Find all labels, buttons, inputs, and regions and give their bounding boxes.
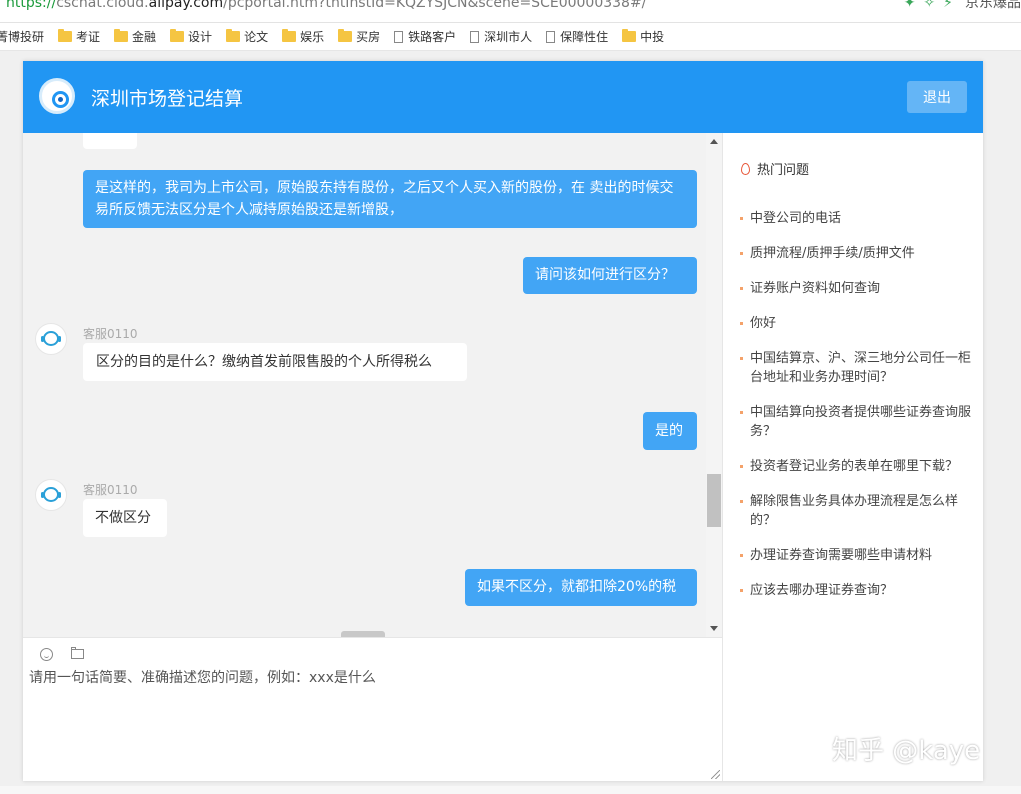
hot-question-item[interactable]: 质押流程/质押手续/质押文件: [738, 244, 978, 263]
bookmarks-bar: 菁博投研 考证 金融 设计 论文 娱乐 买房 铁路客户 深圳市人 保障性住 中投: [0, 23, 1021, 51]
bottom-strip: [0, 786, 1021, 794]
folder-icon: [338, 29, 353, 42]
watermark: 知乎 @kaye: [832, 736, 981, 766]
hot-question-item[interactable]: 中国结算京、沪、深三地分公司任一柜台地址和业务办理时间？: [738, 349, 978, 387]
message-list[interactable]: 是这样的，我司为上市公司，原始股东持有股份，之后又个人买入新的股份，在 卖出的时…: [23, 133, 706, 637]
emoji-icon[interactable]: [40, 647, 53, 661]
message-bubble-partial: [83, 133, 137, 149]
chat-header: 深圳市场登记结算 退出: [23, 61, 983, 133]
folder-icon: [170, 29, 185, 42]
page-title: 深圳市场登记结算: [91, 88, 244, 110]
file-upload-icon[interactable]: [71, 647, 84, 659]
divider: [23, 637, 722, 638]
hot-question-item[interactable]: 解除限售业务具体办理流程是怎么样的？: [738, 492, 978, 530]
message-me: 如果不区分，就都扣除20%的税: [465, 569, 697, 606]
bookmark-2[interactable]: 金融: [114, 28, 156, 45]
agent-avatar: [35, 323, 67, 355]
hot-question-item[interactable]: 你好: [738, 314, 978, 333]
page-icon: [394, 30, 404, 43]
toolbar-link[interactable]: 京东爆品: [965, 0, 1021, 10]
hot-question-item[interactable]: 证券账户资料如何查询: [738, 279, 978, 298]
folder-icon: [114, 29, 129, 42]
headset-icon: [41, 331, 61, 346]
bookmark-1[interactable]: 考证: [58, 28, 100, 45]
input-toolbar: [40, 646, 84, 662]
message-agent: 区分的目的是什么？缴纳首发前限售股的个人所得税么: [83, 343, 467, 381]
folder-icon: [622, 29, 637, 42]
hot-questions-panel: 热门问题 中登公司的电话 质押流程/质押手续/质押文件 证券账户资料如何查询 你…: [723, 133, 983, 781]
url-text: https://cschat.cloud.alipay.com/pcportal…: [6, 0, 647, 11]
message-me: 请问该如何进行区分？: [523, 257, 697, 294]
hot-question-item[interactable]: 办理证券查询需要哪些申请材料: [738, 546, 978, 565]
agent-name: 客服0110: [83, 483, 138, 497]
headset-icon: [41, 487, 61, 502]
bookmark-4[interactable]: 论文: [226, 28, 268, 45]
scroll-down-icon[interactable]: [710, 626, 718, 631]
logout-button[interactable]: 退出: [907, 81, 967, 113]
chat-window: 深圳市场登记结算 退出 是这样的，我司为上市公司，原始股东持有股份，之后又个人买…: [23, 61, 983, 781]
message-scrollbar[interactable]: [706, 133, 722, 637]
message-input[interactable]: [27, 665, 721, 779]
scroll-thumb[interactable]: [707, 474, 721, 527]
hot-question-item[interactable]: 应该去哪办理证券查询？: [738, 581, 978, 600]
hot-question-item[interactable]: 投资者登记业务的表单在哪里下载？: [738, 457, 978, 476]
toolbar-icons[interactable]: ✦✧⚡: [904, 0, 961, 10]
bookmark-10[interactable]: 中投: [622, 28, 664, 45]
agent-avatar: [35, 479, 67, 511]
hot-questions-title: 热门问题: [741, 159, 809, 178]
resize-handle[interactable]: [711, 770, 720, 779]
bookmark-8[interactable]: 深圳市人: [470, 28, 532, 45]
folder-icon: [58, 29, 73, 42]
address-bar[interactable]: https://cschat.cloud.alipay.com/pcportal…: [0, 0, 1021, 23]
fire-icon: [741, 162, 750, 175]
folder-icon: [282, 29, 297, 42]
page-icon: [546, 30, 556, 43]
logo-icon: [39, 78, 75, 114]
bookmark-6[interactable]: 买房: [338, 28, 380, 45]
agent-name: 客服0110: [83, 327, 138, 341]
hot-question-item[interactable]: 中登公司的电话: [738, 209, 978, 228]
message-agent: 不做区分: [83, 499, 167, 537]
bookmark-3[interactable]: 设计: [170, 28, 212, 45]
message-me: 是这样的，我司为上市公司，原始股东持有股份，之后又个人买入新的股份，在 卖出的时…: [83, 170, 697, 228]
bookmark-7[interactable]: 铁路客户: [394, 28, 456, 45]
bookmark-9[interactable]: 保障性住: [546, 28, 608, 45]
hot-question-item[interactable]: 中国结算向投资者提供哪些证券查询服务？: [738, 403, 978, 441]
scroll-up-icon[interactable]: [710, 139, 718, 144]
page-icon: [470, 30, 480, 43]
message-me: 是的: [643, 412, 697, 450]
bookmark-0[interactable]: 菁博投研: [0, 28, 44, 45]
folder-icon: [226, 29, 241, 42]
bookmark-5[interactable]: 娱乐: [282, 28, 324, 45]
